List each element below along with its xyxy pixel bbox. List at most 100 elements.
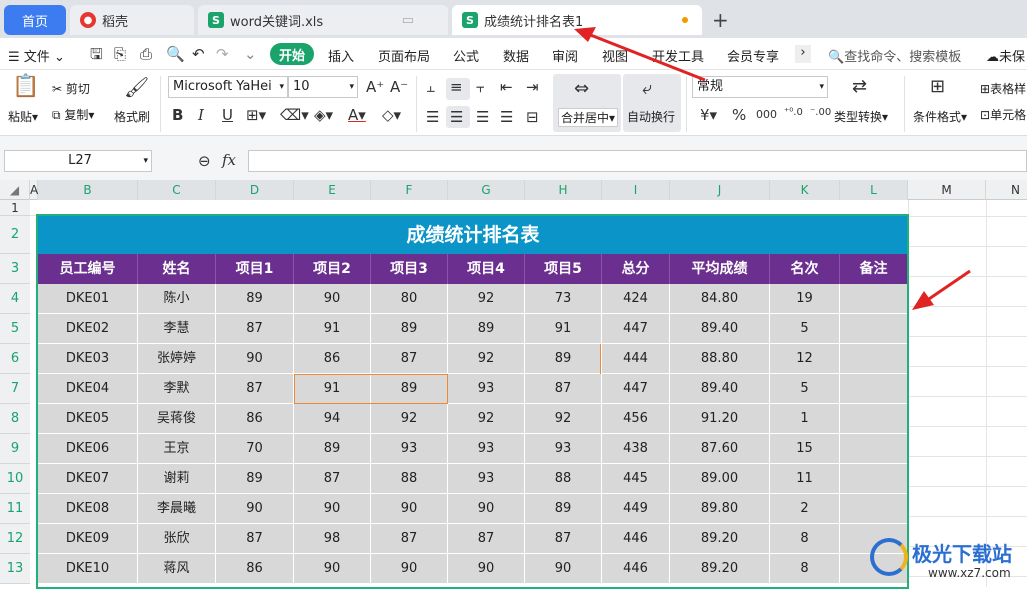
header-cell[interactable]: 项目4	[448, 254, 525, 284]
row-header[interactable]: 3	[0, 254, 30, 284]
currency-icon[interactable]: ¥▾	[700, 106, 717, 124]
table-cell[interactable]: 88.80	[670, 344, 770, 374]
table-cell[interactable]: 73	[525, 284, 602, 314]
tab-wps[interactable]: ● 稻壳	[70, 5, 194, 35]
menu-review[interactable]: 审阅	[552, 46, 578, 65]
table-cell[interactable]	[840, 374, 908, 404]
table-cell[interactable]: 陈小	[138, 284, 216, 314]
table-cell[interactable]: 80	[371, 284, 448, 314]
bold-icon[interactable]: B	[172, 106, 183, 124]
percent-icon[interactable]: %	[732, 106, 746, 124]
sheet-title[interactable]: 成绩统计排名表	[38, 216, 908, 254]
table-cell[interactable]: 91	[294, 314, 371, 344]
table-cell[interactable]: 93	[448, 374, 525, 404]
table-cell[interactable]: DKE06	[38, 434, 138, 464]
fx-button[interactable]: fx	[222, 151, 236, 169]
save-icon[interactable]: 🖫	[90, 45, 103, 63]
menu-member[interactable]: 会员专享	[727, 46, 779, 65]
table-cell[interactable]	[840, 284, 908, 314]
table-cell[interactable]: 424	[602, 284, 670, 314]
table-cell[interactable]: 92	[448, 344, 525, 374]
row-header[interactable]: 1	[0, 200, 30, 216]
name-box[interactable]: L27 ▾	[4, 150, 152, 172]
table-cell[interactable]: 李默	[138, 374, 216, 404]
copy-button[interactable]: ⧉ 复制▾	[52, 106, 94, 123]
table-cell[interactable]: 11	[770, 464, 840, 494]
table-cell[interactable]: 90	[448, 494, 525, 524]
row-1-cells[interactable]	[30, 200, 908, 216]
search-command[interactable]: 🔍查找命令、搜索模板	[828, 46, 961, 65]
paste-button[interactable]: 粘贴▾	[8, 108, 38, 125]
table-cell[interactable]: 445	[602, 464, 670, 494]
clear-icon[interactable]: ◇▾	[382, 106, 401, 124]
table-cell[interactable]: 90	[294, 494, 371, 524]
menu-data[interactable]: 数据	[503, 46, 529, 65]
table-style-button[interactable]: ⊞表格样	[980, 80, 1026, 97]
menu-view[interactable]: 视图	[602, 46, 628, 65]
cell-style-button[interactable]: ⊡单元格	[980, 106, 1026, 123]
table-cell[interactable]: 89.20	[670, 554, 770, 584]
brush-icon[interactable]: 🖌	[124, 77, 149, 97]
table-cell[interactable]: 19	[770, 284, 840, 314]
new-tab-icon[interactable]: +	[712, 8, 729, 32]
table-cell[interactable]: 86	[216, 404, 294, 434]
merge-center-button[interactable]: 合并居中▾	[558, 108, 619, 127]
column-header-f[interactable]: F	[371, 180, 448, 200]
table-cell[interactable]: 86	[216, 554, 294, 584]
table-cell[interactable]: 87	[216, 314, 294, 344]
table-cell[interactable]: 5	[770, 374, 840, 404]
table-cell[interactable]: 王京	[138, 434, 216, 464]
table-cell[interactable]: 92	[371, 404, 448, 434]
table-cell[interactable]: DKE09	[38, 524, 138, 554]
table-cell[interactable]	[840, 434, 908, 464]
table-cell[interactable]: 93	[371, 434, 448, 464]
table-cell[interactable]: 12	[770, 344, 840, 374]
table-cell[interactable]: 88	[525, 464, 602, 494]
table-cell[interactable]	[840, 464, 908, 494]
column-header-a[interactable]: A	[30, 180, 38, 200]
table-cell[interactable]: 446	[602, 554, 670, 584]
header-cell[interactable]: 项目3	[371, 254, 448, 284]
table-cell[interactable]: 449	[602, 494, 670, 524]
table-cell[interactable]: 87	[525, 374, 602, 404]
table-cell[interactable]	[840, 344, 908, 374]
row-header[interactable]: 13	[0, 554, 30, 584]
table-cell[interactable]: 89	[294, 434, 371, 464]
table-cell[interactable]: 吴蒋俊	[138, 404, 216, 434]
align-top-icon[interactable]: ⫠	[426, 78, 435, 96]
convert-icon[interactable]: ⇄	[852, 78, 867, 96]
table-cell[interactable]: 90	[216, 494, 294, 524]
table-cell[interactable]: 456	[602, 404, 670, 434]
type-convert-button[interactable]: 类型转换▾	[834, 108, 888, 125]
table-cell[interactable]: DKE01	[38, 284, 138, 314]
table-cell[interactable]: 90	[371, 494, 448, 524]
font-name-select[interactable]: Microsoft YaHei ▾	[168, 76, 288, 98]
table-cell[interactable]: 89	[525, 344, 602, 374]
increase-font-icon[interactable]: A⁺	[366, 78, 384, 96]
menu-scroll-right-icon[interactable]: ›	[795, 45, 811, 63]
table-cell[interactable]: 89	[216, 464, 294, 494]
redo-icon[interactable]: ↷	[216, 45, 229, 63]
table-cell[interactable]: 2	[770, 494, 840, 524]
table-cell[interactable]: 447	[602, 374, 670, 404]
table-cell[interactable]: 447	[602, 314, 670, 344]
empty-cells[interactable]	[908, 200, 1027, 587]
table-cell[interactable]	[840, 314, 908, 344]
column-header-g[interactable]: G	[448, 180, 525, 200]
table-cell[interactable]: DKE10	[38, 554, 138, 584]
table-cell[interactable]: 87	[216, 524, 294, 554]
table-cell[interactable]: 89.40	[670, 374, 770, 404]
menu-insert[interactable]: 插入	[328, 46, 354, 65]
row-header[interactable]: 4	[0, 284, 30, 314]
table-cell[interactable]: 87	[371, 524, 448, 554]
align-left-icon[interactable]: ☰	[426, 108, 439, 126]
table-cell[interactable]: 90	[371, 554, 448, 584]
row-header[interactable]: 10	[0, 464, 30, 494]
table-cell[interactable]: 94	[294, 404, 371, 434]
align-middle-icon[interactable]: ≡	[450, 78, 463, 96]
table-cell[interactable]: 89	[448, 314, 525, 344]
zoom-icon[interactable]: ⊖	[198, 152, 211, 170]
column-header-b[interactable]: B	[38, 180, 138, 200]
table-cell[interactable]: 92	[525, 404, 602, 434]
align-right-icon[interactable]: ☰	[476, 108, 489, 126]
